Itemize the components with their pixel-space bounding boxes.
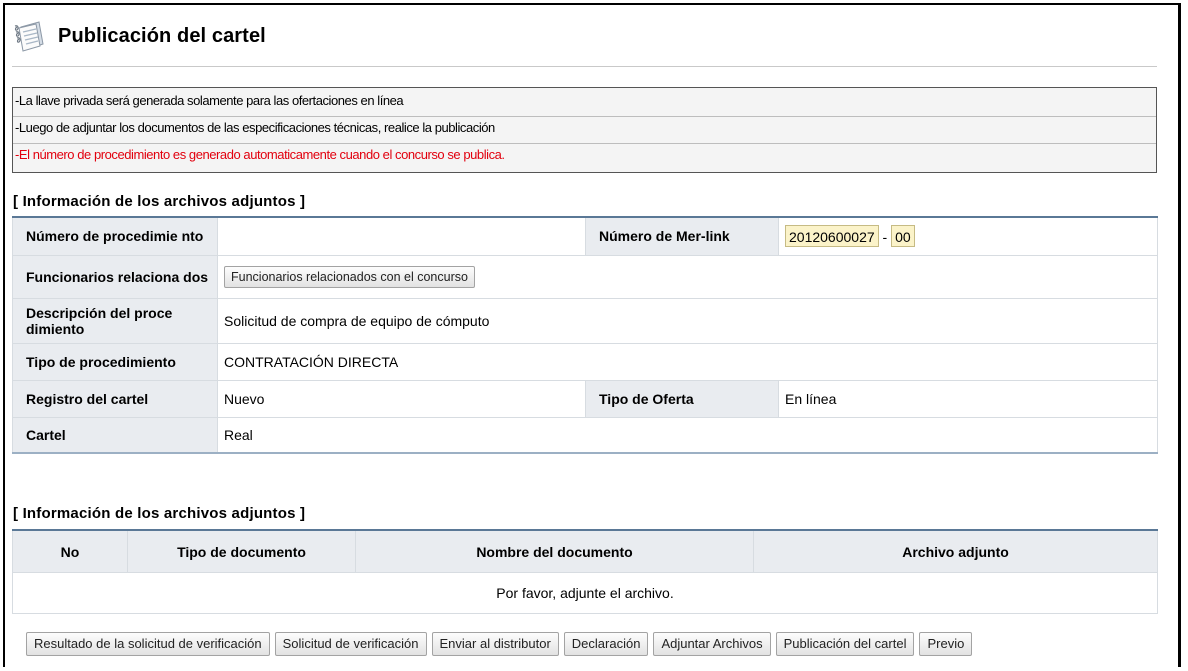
tipo-procedimiento-value: CONTRATACIÓN DIRECTA xyxy=(217,342,1158,381)
notice-divider xyxy=(13,116,1156,117)
files-table: No Tipo de documento Nombre del document… xyxy=(12,529,1158,614)
info-row: Tipo de procedimiento CONTRATACIÓN DIREC… xyxy=(12,342,1158,381)
funcionarios-label: Funcionarios relaciona dos xyxy=(12,254,218,299)
column-header-no: No xyxy=(12,529,128,573)
merlink-suffix-field: 00 xyxy=(891,225,915,248)
files-header-row: No Tipo de documento Nombre del document… xyxy=(12,529,1158,573)
column-header-nombre: Nombre del documento xyxy=(355,529,754,573)
preview-button[interactable]: Previo xyxy=(919,632,973,656)
notice-line: -Luego de adjuntar los documentos de las… xyxy=(15,120,495,135)
info-row: Registro del cartel Nuevo Tipo de Oferta… xyxy=(12,379,1158,418)
funcionarios-cell: Funcionarios relacionados con el concurs… xyxy=(217,254,1158,299)
merlink-separator: - xyxy=(882,229,888,246)
notice-divider xyxy=(13,143,1156,144)
title-divider xyxy=(12,66,1157,67)
info-row: Descripción del proce dimiento Solicitud… xyxy=(12,297,1158,344)
info-table: Número de procedimie nto Número de Mer-l… xyxy=(12,216,1158,454)
column-header-archivo: Archivo adjunto xyxy=(753,529,1158,573)
info-section-title: [ Información de los archivos adjuntos ] xyxy=(13,193,306,210)
funcionarios-button[interactable]: Funcionarios relacionados con el concurs… xyxy=(224,265,475,288)
info-row: Número de procedimie nto Número de Mer-l… xyxy=(12,216,1158,256)
tipo-oferta-label: Tipo de Oferta xyxy=(585,379,779,418)
registro-value: Nuevo xyxy=(217,379,586,418)
descripcion-label: Descripción del proce dimiento xyxy=(12,297,218,344)
verification-request-button[interactable]: Solicitud de verificación xyxy=(274,632,427,656)
numero-merlink-label: Número de Mer-link xyxy=(585,216,779,256)
tipo-procedimiento-label: Tipo de procedimiento xyxy=(12,342,218,381)
files-section-title: [ Información de los archivos adjuntos ] xyxy=(13,505,306,522)
notice-line: -La llave privada será generada solament… xyxy=(15,93,404,108)
tipo-oferta-value: En línea xyxy=(778,379,1158,418)
numero-procedimiento-label: Número de procedimie nto xyxy=(12,216,218,256)
send-to-distributor-button[interactable]: Enviar al distributor xyxy=(431,632,559,656)
descripcion-value: Solicitud de compra de equipo de cómputo xyxy=(217,297,1158,344)
table-row: Por favor, adjunte el archivo. xyxy=(12,572,1158,614)
numero-procedimiento-value xyxy=(217,216,586,256)
notepad-icon xyxy=(14,21,44,52)
registro-label: Registro del cartel xyxy=(12,379,218,418)
cartel-value: Real xyxy=(217,416,1158,454)
page-title: Publicación del cartel xyxy=(58,24,266,47)
merlink-number-field: 20120600027 xyxy=(785,225,879,248)
cartel-label: Cartel xyxy=(12,416,218,454)
info-row: Funcionarios relaciona dos Funcionarios … xyxy=(12,254,1158,299)
publish-cartel-button[interactable]: Publicación del cartel xyxy=(775,632,915,656)
verification-result-button[interactable]: Resultado de la solicitud de verificació… xyxy=(26,632,270,656)
page-header: Publicación del cartel xyxy=(12,18,266,54)
notice-box: -La llave privada será generada solament… xyxy=(12,87,1157,173)
action-bar: Resultado de la solicitud de verificació… xyxy=(26,632,973,656)
numero-merlink-cell: 20120600027 - 00 xyxy=(778,216,1158,256)
empty-message: Por favor, adjunte el archivo. xyxy=(12,572,1158,614)
declaration-button[interactable]: Declaración xyxy=(563,632,649,656)
notice-warning: -El número de procedimiento es generado … xyxy=(15,147,505,162)
attach-files-button[interactable]: Adjuntar Archivos xyxy=(653,632,771,656)
info-row: Cartel Real xyxy=(12,416,1158,454)
column-header-tipo: Tipo de documento xyxy=(127,529,356,573)
